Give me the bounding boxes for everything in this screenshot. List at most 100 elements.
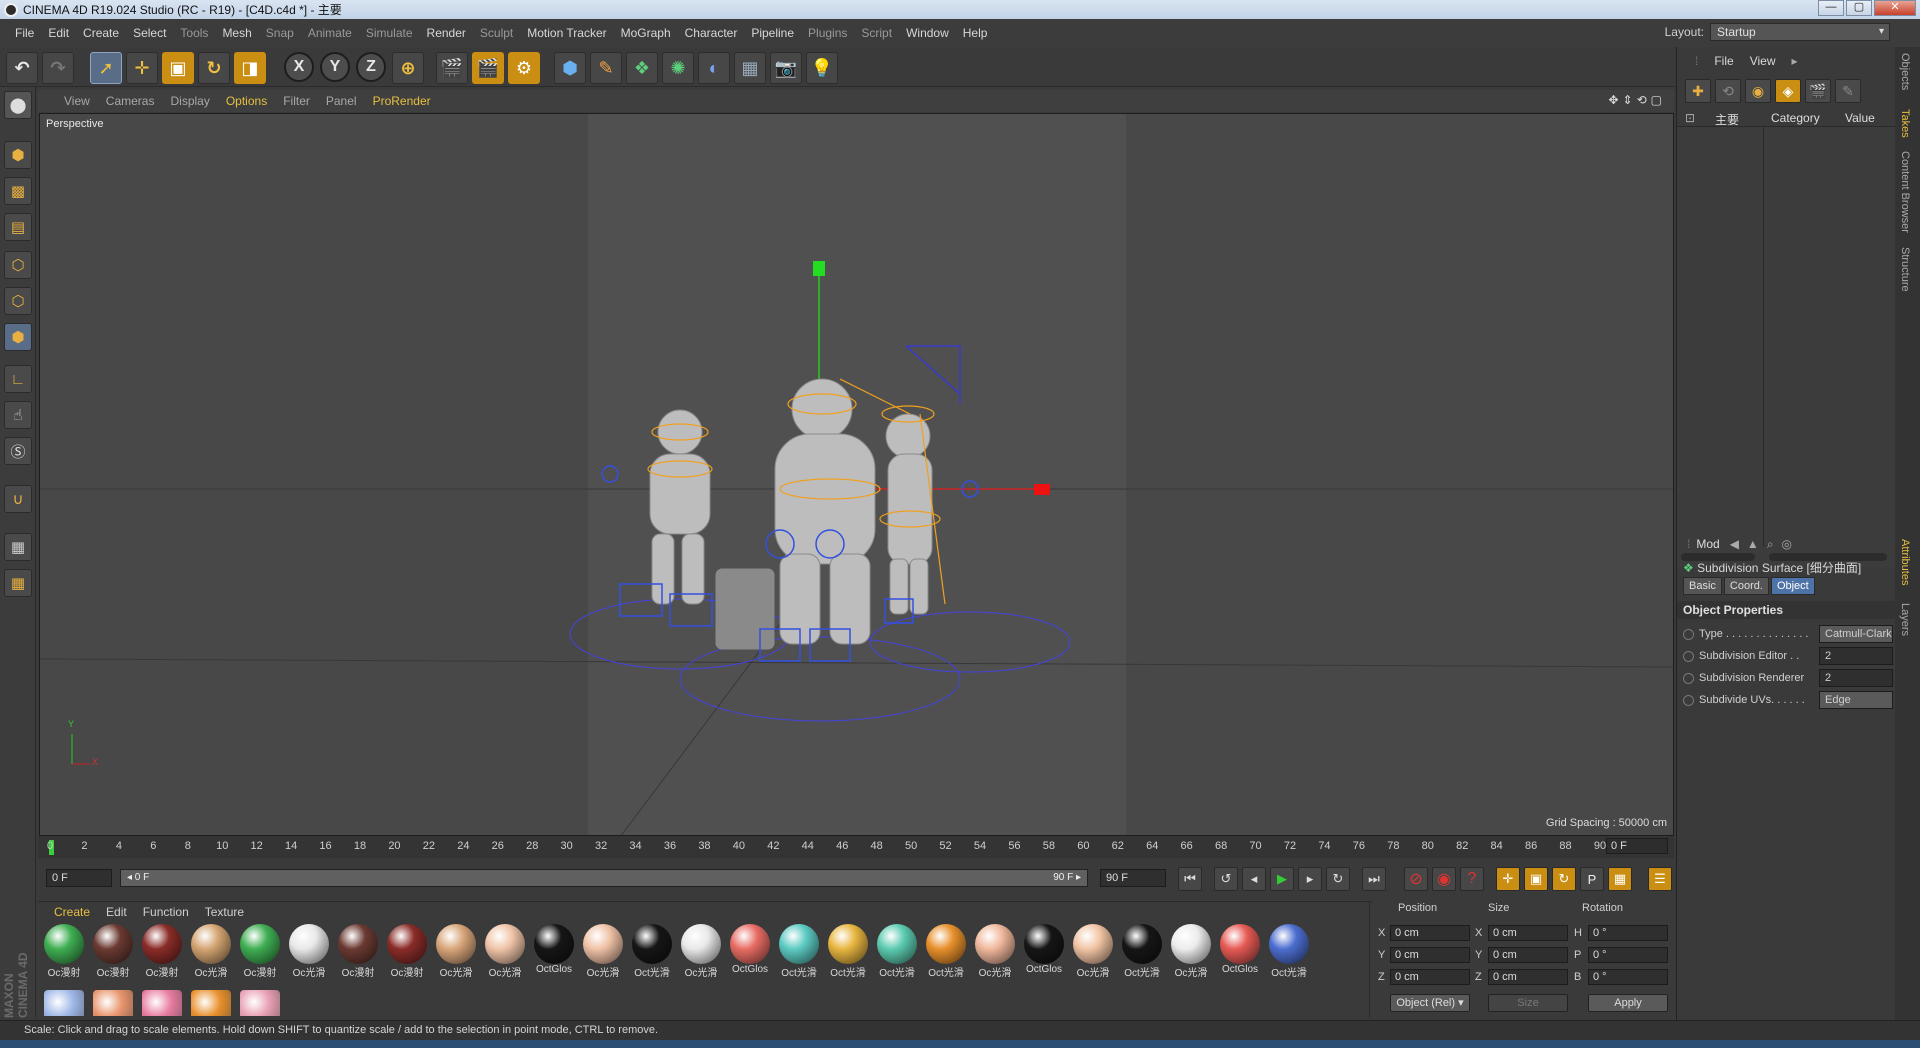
make-editable-icon[interactable]: ⬤ [4, 91, 32, 119]
previous-frame-icon[interactable]: ◂ [1242, 867, 1266, 891]
play-forward-icon[interactable]: ▶ [1270, 867, 1294, 891]
take-clone-icon[interactable]: ⟲ [1715, 79, 1741, 103]
snap-mode-icon[interactable]: Ⓢ [4, 437, 32, 465]
viewport-menu-view[interactable]: View [38, 94, 98, 108]
render-settings-icon[interactable]: ⚙ [508, 52, 540, 84]
attributes-back-icon[interactable]: ◀ [1726, 537, 1743, 551]
coord-size-x-field[interactable]: 0 cm [1488, 925, 1568, 941]
objects-menu-view[interactable]: View [1742, 54, 1784, 68]
perspective-viewport[interactable]: Perspective Y X Grid Spacing : 50000 cm [39, 113, 1674, 836]
menu-simulate[interactable]: Simulate [359, 26, 420, 40]
override-group-icon[interactable]: ◉ [1745, 79, 1771, 103]
menu-render[interactable]: Render [420, 26, 473, 40]
go-to-end-icon[interactable]: ⏭ [1362, 867, 1386, 891]
tweak-mode-icon[interactable]: ☝ [4, 401, 32, 429]
menu-motion-tracker[interactable]: Motion Tracker [520, 26, 613, 40]
take-root-name[interactable]: 主要 [1715, 111, 1739, 128]
objects-menu-more-icon[interactable]: ▸ [1783, 54, 1805, 68]
record-scale-icon[interactable]: ▣ [1524, 867, 1548, 891]
live-selection-icon[interactable]: ➚ [90, 52, 122, 84]
record-position-icon[interactable]: ✛ [1496, 867, 1520, 891]
close-button[interactable]: ✕ [1874, 0, 1916, 16]
coord-pos-z-field[interactable]: 0 cm [1390, 969, 1470, 985]
y-axis-lock-icon[interactable]: Y [320, 52, 350, 82]
prop-subdivision-editor-animate-radio[interactable] [1683, 651, 1694, 662]
coord-size-z-field[interactable]: 0 cm [1488, 969, 1568, 985]
pen-spline-icon[interactable]: ✎ [590, 52, 622, 84]
take-render-icon[interactable]: 🎬 [1805, 79, 1831, 103]
material-swatch[interactable]: Oc光滑 [287, 924, 331, 982]
material-swatch[interactable]: OctGlos [728, 924, 772, 982]
menu-window[interactable]: Window [899, 26, 956, 40]
material-swatch[interactable] [189, 990, 233, 1016]
previous-key-icon[interactable]: ↺ [1214, 867, 1238, 891]
side-tab-structure[interactable]: Structure [1899, 247, 1911, 292]
menu-pipeline[interactable]: Pipeline [744, 26, 801, 40]
attributes-lock-icon[interactable]: ◎ [1778, 537, 1796, 551]
layout-select[interactable]: Startup [1710, 23, 1890, 41]
prop-subdivision-renderer-field[interactable]: 2 [1819, 669, 1893, 687]
material-swatch[interactable]: OctGlos [1022, 924, 1066, 982]
material-swatch[interactable]: Oct光滑 [875, 924, 919, 982]
menu-mograph[interactable]: MoGraph [614, 26, 678, 40]
coord-mode-dropdown[interactable]: Object (Rel) ▾ [1390, 994, 1470, 1012]
prop-subdivision-editor-field[interactable]: 2 [1819, 647, 1893, 665]
coord-size-y-field[interactable]: 0 cm [1488, 947, 1568, 963]
material-swatch[interactable]: Oct光滑 [1267, 924, 1311, 982]
texture-mode-icon[interactable]: ▩ [4, 177, 32, 205]
menu-animate[interactable]: Animate [301, 26, 359, 40]
coord-size-mode-dropdown[interactable]: Size [1488, 994, 1568, 1012]
record-active-objects-icon[interactable]: ⊘ [1404, 867, 1428, 891]
material-swatch[interactable]: Oc光滑 [483, 924, 527, 982]
lock-workplane-icon[interactable]: ▦ [4, 533, 32, 561]
attributes-search-icon[interactable]: ⌕ [1763, 537, 1778, 552]
menu-snap[interactable]: Snap [259, 26, 301, 40]
workplane-mode-icon[interactable]: ▤ [4, 213, 32, 241]
viewport-menu-panel[interactable]: Panel [318, 94, 365, 108]
coord-rot-b-field[interactable]: 0 ° [1588, 969, 1668, 985]
record-rotation-icon[interactable]: ↻ [1552, 867, 1576, 891]
objects-menu-file[interactable]: File [1706, 54, 1741, 68]
attributes-up-icon[interactable]: ▲ [1743, 537, 1763, 551]
menu-script[interactable]: Script [854, 26, 899, 40]
scene-geometry[interactable] [40, 114, 1674, 836]
menu-help[interactable]: Help [956, 26, 995, 40]
new-take-icon[interactable]: ✚ [1685, 79, 1711, 103]
menu-edit[interactable]: Edit [41, 26, 76, 40]
camera-icon[interactable]: 📷 [770, 52, 802, 84]
side-tab-layers[interactable]: Layers [1899, 603, 1911, 636]
material-swatch[interactable]: Oc漫射 [238, 924, 282, 982]
menu-file[interactable]: File [8, 26, 41, 40]
cloner-icon[interactable]: ✺ [662, 52, 694, 84]
material-swatch[interactable]: Oc光滑 [1071, 924, 1115, 982]
tab-coord[interactable]: Coord. [1723, 577, 1769, 595]
tab-basic[interactable]: Basic [1683, 577, 1722, 595]
subdivision-surface-icon[interactable]: ❖ [626, 52, 658, 84]
take-tree[interactable] [1677, 127, 1895, 567]
menu-plugins[interactable]: Plugins [801, 26, 854, 40]
timeline-window-icon[interactable]: ☰ [1648, 867, 1672, 891]
record-parameter-icon[interactable]: P [1580, 867, 1604, 891]
material-swatch[interactable]: Oc漫射 [336, 924, 380, 982]
material-menu-edit[interactable]: Edit [98, 905, 135, 919]
material-swatch[interactable]: Oc光滑 [973, 924, 1017, 982]
maximize-button[interactable]: ▢ [1846, 0, 1872, 16]
material-swatch[interactable]: Oct光滑 [1120, 924, 1164, 982]
start-frame-field[interactable]: 0 F [46, 869, 112, 887]
undo-icon[interactable]: ↶ [6, 52, 38, 84]
coord-pos-y-field[interactable]: 0 cm [1390, 947, 1470, 963]
attributes-menu-mode[interactable]: Mod [1690, 537, 1725, 551]
material-swatch[interactable]: Oc光滑 [679, 924, 723, 982]
x-axis-lock-icon[interactable]: X [284, 52, 314, 82]
minimize-button[interactable]: — [1818, 0, 1844, 16]
floor-icon[interactable]: ▦ [734, 52, 766, 84]
y-axis-handle[interactable] [813, 261, 825, 276]
material-swatch[interactable] [91, 990, 135, 1016]
autokeying-icon[interactable]: ◉ [1432, 867, 1456, 891]
auto-take-icon[interactable]: ◈ [1775, 79, 1801, 103]
material-swatch[interactable]: Oc光滑 [581, 924, 625, 982]
menu-select[interactable]: Select [126, 26, 173, 40]
material-swatch[interactable]: Oc漫射 [385, 924, 429, 982]
material-swatch[interactable]: Oc光滑 [189, 924, 233, 982]
material-swatch[interactable]: Oct光滑 [924, 924, 968, 982]
